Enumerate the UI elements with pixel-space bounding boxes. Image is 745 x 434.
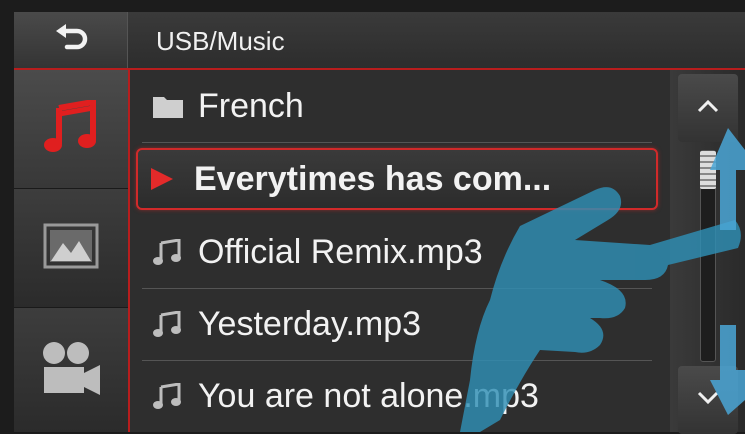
title-bar: USB/Music [14,12,745,70]
list-item-track[interactable]: Yesterday.mp3 [142,288,652,361]
chevron-down-icon [697,391,719,410]
list-item-folder[interactable]: French [142,70,652,143]
breadcrumb-path: USB/Music [156,26,285,56]
scroll-track[interactable] [700,150,716,362]
list-item-label: Yesterday.mp3 [198,304,422,343]
scrollbar[interactable] [670,70,745,434]
sidebar-item-music[interactable] [14,70,128,189]
back-button[interactable] [14,12,128,68]
list-item-label: Official Remix.mp3 [198,232,483,271]
scroll-up-button[interactable] [678,74,738,142]
music-note-icon [142,383,198,409]
list-item-track[interactable]: You are not alone.mp3 [142,360,652,432]
file-list: French Everytimes has com... Official Re… [130,70,670,432]
play-icon [138,166,194,192]
scroll-down-button[interactable] [678,366,738,434]
music-note-icon [142,239,198,265]
folder-icon [142,93,198,119]
scroll-thumb[interactable] [700,151,716,189]
music-note-icon [43,97,99,159]
media-player-window: USB/Music French Everytimes has com... O… [14,12,745,434]
list-item-label: You are not alone.mp3 [198,376,539,415]
media-type-sidebar [14,70,130,433]
video-camera-icon [40,339,102,402]
image-icon [43,223,99,274]
sidebar-item-video[interactable] [14,308,128,433]
back-arrow-icon [51,23,91,58]
chevron-up-icon [697,99,719,118]
list-item-track[interactable]: Official Remix.mp3 [142,216,652,289]
list-item-label: French [198,86,304,125]
music-note-icon [142,311,198,337]
list-item-label: Everytimes has com... [194,159,552,198]
sidebar-item-photos[interactable] [14,189,128,308]
list-item-now-playing[interactable]: Everytimes has com... [136,148,658,210]
